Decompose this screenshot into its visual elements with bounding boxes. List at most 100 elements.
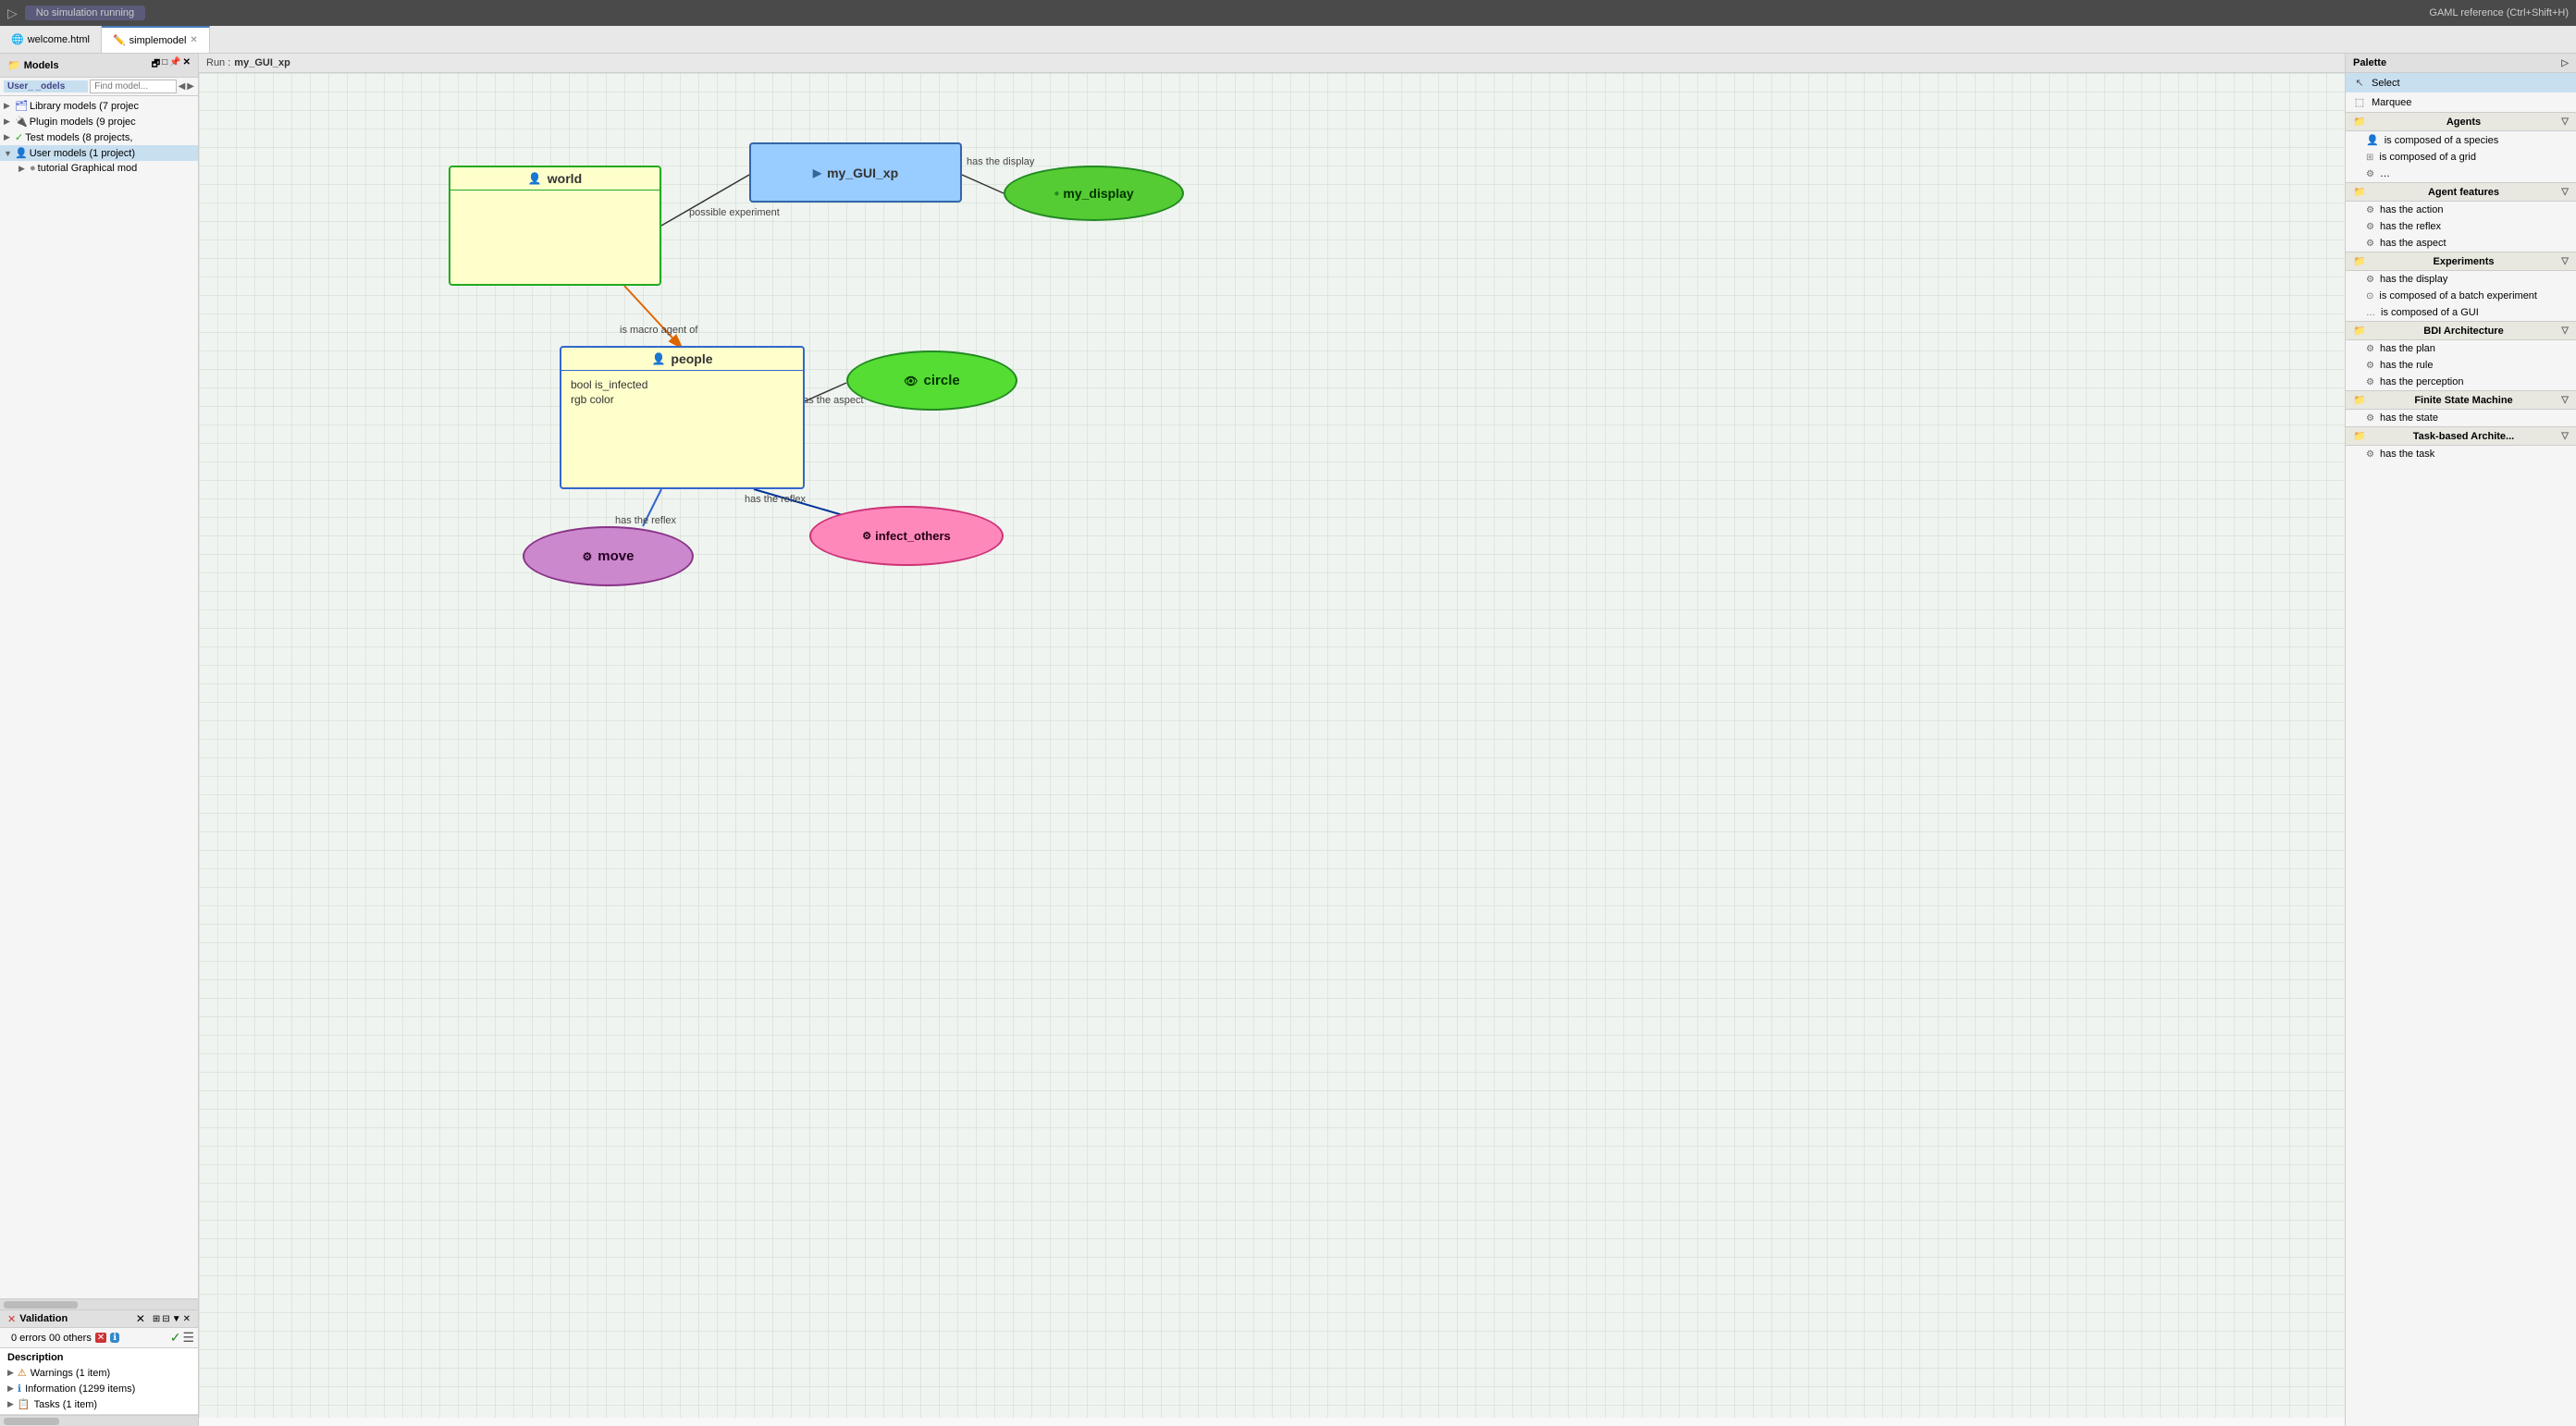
desc-item-warnings[interactable]: ▶ ⚠ Warnings (1 item) [7,1365,191,1381]
tree-expand-plugin: ▶ [4,117,13,127]
tab-simplemodel-label: simplemodel [129,35,187,46]
node-people[interactable]: 👤 people bool is_infected rgb color [560,346,805,489]
tab-simplemodel-close[interactable]: ✕ [190,35,197,45]
node-display[interactable]: my_display [1004,166,1184,221]
gui-palette-label: is composed of a GUI [2381,307,2479,318]
agents-folder-icon: 📁 [2353,116,2366,128]
tree-icon-library: 🗂 [15,100,28,112]
palette-item-has-the-rule[interactable]: ⚙ has the rule [2346,357,2576,374]
desc-item-info[interactable]: ▶ ℹ Information (1299 items) [7,1381,191,1396]
agent-features-label: Agent features [2428,187,2499,198]
world-node-icon: 👤 [528,172,542,185]
description-area: Description ▶ ⚠ Warnings (1 item) ▶ ℹ In… [0,1348,198,1415]
close-panel-icon[interactable]: ✕ [183,57,191,73]
tree-icon-plugin: 🔌 [15,116,28,128]
tree-item-tutorial[interactable]: ▶ ● tutorial Graphical mod [0,161,198,176]
maximize-icon[interactable]: □ [162,57,167,73]
task-icon: 📋 [18,1398,31,1410]
people-attr-1: bool is_infected [571,378,794,391]
node-circle[interactable]: 👁 circle [846,350,1017,411]
error-count: 0 errors 00 others [11,1333,92,1344]
task-gear-icon: ⚙ [2366,449,2374,460]
tree-item-library[interactable]: ▶ 🗂 Library models (7 projec [0,98,198,114]
tree-item-user[interactable]: ▼ 👤 User models (1 project) [0,145,198,161]
top-bar: ▷ No simulation running GAML reference (… [0,0,2576,26]
section-agents[interactable]: 📁 Agents ▽ [2346,112,2576,131]
view-menu-icon[interactable]: ▼ [172,1314,181,1324]
palette-tool-select[interactable]: ↖ Select [2346,73,2576,92]
batch-label: is composed of a batch experiment [2379,290,2537,301]
fsm-toggle-icon: ▽ [2561,395,2569,405]
palette-item-has-the-action[interactable]: ⚙ has the action [2346,202,2576,218]
pin-icon[interactable]: 📌 [169,57,180,73]
gui-node-label: my_GUI_xp [827,166,898,180]
state-gear-icon: ⚙ [2366,413,2374,424]
reflex-label: has the reflex [2380,221,2441,232]
warnings-label: Warnings (1 item) [31,1368,110,1379]
palette-item-extra[interactable]: ⚙ … [2346,166,2576,182]
section-agent-features[interactable]: 📁 Agent features ▽ [2346,182,2576,202]
tab-simplemodel[interactable]: ✏️ simplemodel ✕ [102,26,210,53]
models-icon: 📁 [7,59,20,71]
section-task[interactable]: 📁 Task-based Archite... ▽ [2346,426,2576,446]
aspect-label: has the aspect [2380,238,2447,249]
bdi-folder-icon: 📁 [2353,325,2366,337]
palette-item-gui[interactable]: … is composed of a GUI [2346,304,2576,321]
node-world[interactable]: 👤 world [449,166,661,286]
tree-item-plugin[interactable]: ▶ 🔌 Plugin models (9 projec [0,114,198,129]
gaml-reference-link[interactable]: GAML reference (Ctrl+Shift+H) [2429,7,2569,18]
section-fsm[interactable]: 📁 Finite State Machine ▽ [2346,390,2576,410]
palette-item-is-composed-of-species[interactable]: 👤 is composed of a species [2346,131,2576,149]
palette-item-is-composed-of-grid[interactable]: ⊞ is composed of a grid [2346,149,2576,166]
error-clear-button[interactable]: ✕ [95,1333,106,1343]
models-label: Models [24,60,59,71]
display-node-label: my_display [1063,186,1133,201]
expand-info-icon: ▶ [7,1383,14,1394]
run-play-icon[interactable]: ▷ [7,6,18,21]
main-layout: 📁 Models 🗗 □ 📌 ✕ User_ _odels ◀ ▶ ▶ 🗂 Li… [0,54,2576,1426]
node-gui[interactable]: ▶ my_GUI_xp [749,142,962,203]
validation-close-icon[interactable]: ✕ [136,1312,145,1325]
gui-icon: … [2366,308,2375,318]
rule-label: has the rule [2380,360,2433,371]
bottom-horizontal-scrollbar[interactable] [0,1415,198,1426]
section-bdi[interactable]: 📁 BDI Architecture ▽ [2346,321,2576,340]
tree-expand-test: ▶ [4,132,13,142]
palette-item-has-the-plan[interactable]: ⚙ has the plan [2346,340,2576,357]
tree-label-test: Test models (8 projects, [25,132,194,143]
palette-tool-marquee[interactable]: ⬚ Marquee [2346,92,2576,112]
edge-label-possible-experiment: possible experiment [689,207,780,218]
diagram-area[interactable]: possible experiment has the display is m… [199,73,2345,1418]
minimize-icon[interactable]: 🗗 [152,57,160,73]
palette-item-batch[interactable]: ⊙ is composed of a batch experiment [2346,288,2576,304]
palette-expand-icon[interactable]: ▷ [2561,58,2569,68]
node-infect[interactable]: ⚙ infect_others [809,506,1004,566]
desc-item-tasks[interactable]: ▶ 📋 Tasks (1 item) [7,1396,191,1412]
validate-list-icon[interactable]: ☰ [182,1330,194,1346]
find-model-input[interactable] [90,80,176,93]
tab-welcome[interactable]: 🌐 welcome.html [0,26,102,53]
run-name-label: my_GUI_xp [234,57,290,68]
left-horizontal-scrollbar[interactable] [0,1298,198,1309]
palette-item-has-the-display[interactable]: ⚙ has the display [2346,271,2576,288]
palette-item-has-the-aspect[interactable]: ⚙ has the aspect [2346,235,2576,252]
validate-check-icon[interactable]: ✓ [170,1330,181,1346]
close-validation-icon[interactable]: ✕ [183,1314,191,1324]
palette-item-has-the-perception[interactable]: ⚙ has the perception [2346,374,2576,390]
tree-label-plugin: Plugin models (9 projec [30,117,194,128]
node-move[interactable]: ⚙ move [523,526,694,586]
nav-prev-icon[interactable]: ◀ [179,81,186,92]
tree-item-test[interactable]: ▶ ✓ Test models (8 projects, [0,129,198,145]
info-badge[interactable]: ℹ [110,1333,119,1343]
run-label: Run : [206,57,230,68]
bdi-toggle-icon: ▽ [2561,326,2569,336]
section-experiments[interactable]: 📁 Experiments ▽ [2346,252,2576,271]
expand-all-icon[interactable]: ⊞ [153,1314,160,1324]
nav-next-icon[interactable]: ▶ [187,81,194,92]
move-gear-icon: ⚙ [583,550,593,563]
collapse-all-icon[interactable]: ⊟ [162,1314,169,1324]
palette-item-has-the-state[interactable]: ⚙ has the state [2346,410,2576,426]
display-palette-label: has the display [2380,274,2447,285]
palette-item-has-the-reflex[interactable]: ⚙ has the reflex [2346,218,2576,235]
palette-item-has-the-task[interactable]: ⚙ has the task [2346,446,2576,462]
